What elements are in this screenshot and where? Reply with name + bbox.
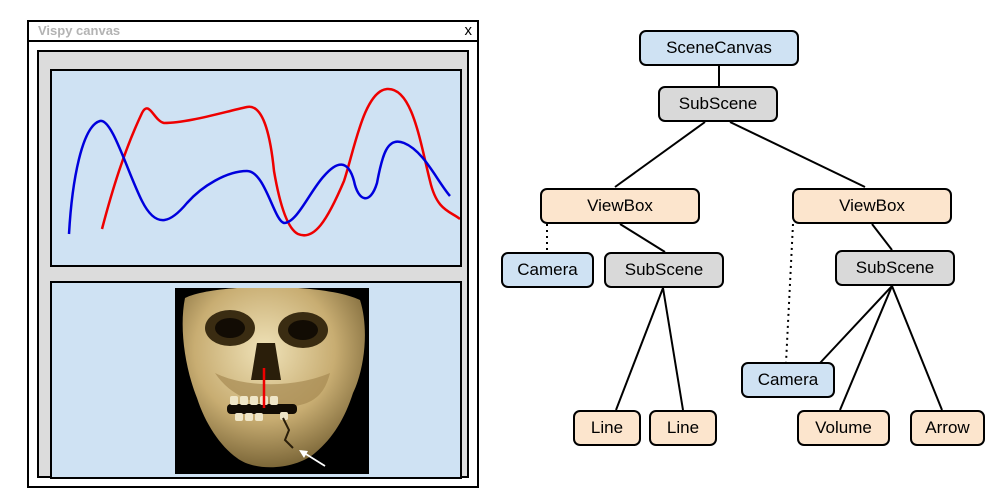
skull-volume-render bbox=[175, 288, 369, 474]
red-line bbox=[100, 87, 460, 237]
node-camera-left: Camera bbox=[501, 252, 594, 288]
node-subscene-top: SubScene bbox=[658, 86, 778, 122]
canvas-area bbox=[37, 50, 469, 479]
node-scenecanvas: SceneCanvas bbox=[639, 30, 799, 66]
edge-subscene-arrow bbox=[891, 285, 943, 411]
edge-subscene-volume bbox=[839, 285, 893, 411]
node-viewbox-right: ViewBox bbox=[792, 188, 952, 224]
line-plot-viewbox[interactable] bbox=[50, 69, 462, 267]
node-arrow: Arrow bbox=[910, 410, 985, 446]
edge-viewbox-camera-right bbox=[785, 223, 794, 364]
node-subscene-left: SubScene bbox=[604, 252, 724, 288]
node-subscene-right: SubScene bbox=[835, 250, 955, 286]
window-title: Vispy canvas bbox=[38, 23, 121, 38]
node-line-1: Line bbox=[573, 410, 641, 446]
vispy-canvas-window: Vispy canvas x bbox=[27, 20, 479, 488]
node-viewbox-left: ViewBox bbox=[540, 188, 700, 224]
node-camera-right: Camera bbox=[741, 362, 835, 398]
edge-subscene-viewbox-left bbox=[614, 121, 706, 188]
edge-subscene-line-1 bbox=[615, 287, 664, 411]
close-button[interactable]: x bbox=[465, 22, 473, 39]
edge-subscene-viewbox-right bbox=[729, 121, 866, 188]
node-volume: Volume bbox=[797, 410, 890, 446]
edge-subscene-line-2 bbox=[662, 287, 684, 411]
window-title-bar: Vispy canvas x bbox=[29, 22, 477, 42]
line-plot bbox=[67, 87, 460, 237]
volume-viewbox[interactable] bbox=[50, 281, 462, 479]
blue-line bbox=[67, 119, 451, 235]
node-line-2: Line bbox=[649, 410, 717, 446]
edge-viewbox-subscene-left bbox=[619, 223, 666, 253]
edge-viewbox-subscene-right bbox=[871, 223, 893, 251]
edge-subscene-camera-right bbox=[819, 285, 893, 364]
